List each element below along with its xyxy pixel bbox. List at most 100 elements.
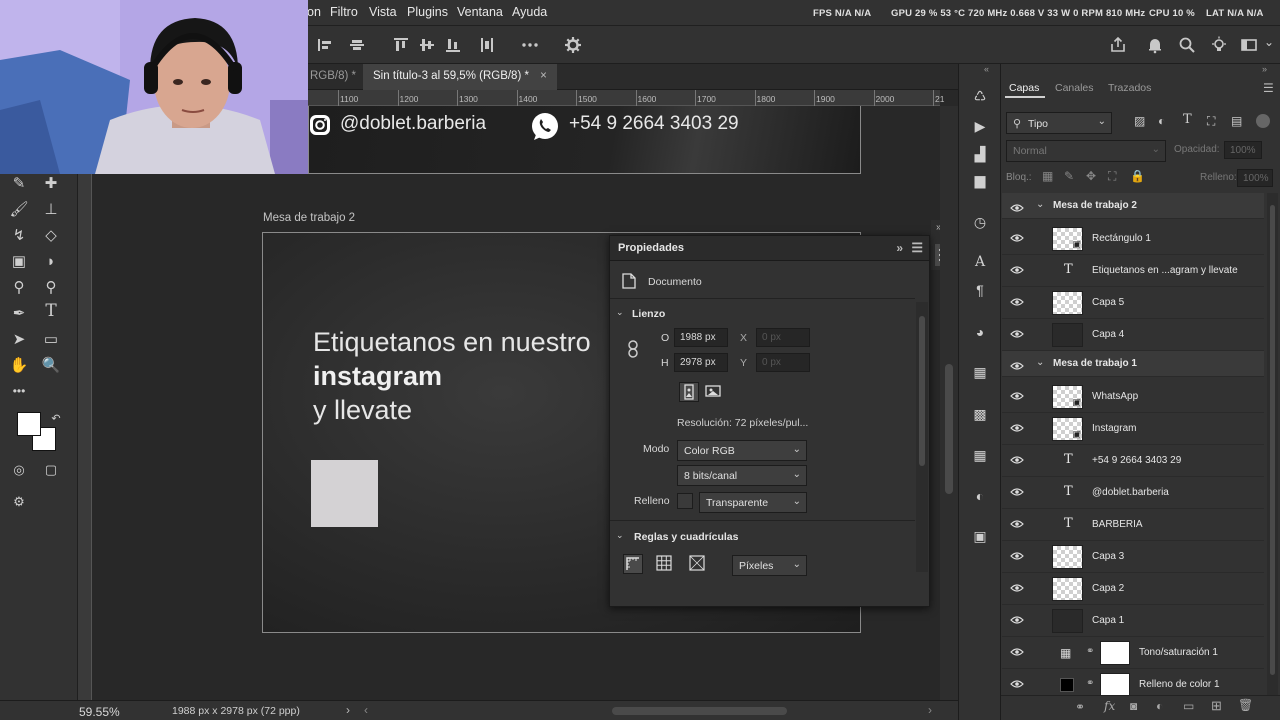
blur-icon[interactable]: ◗ (40, 250, 62, 272)
section-rulers-grids[interactable]: Reglas y cuadrículas (634, 531, 738, 543)
search-icon[interactable] (1178, 36, 1196, 54)
y-field[interactable]: 0 px (756, 353, 810, 372)
character-icon[interactable]: A (970, 252, 990, 272)
screen-mode-icon[interactable]: ▢ (40, 459, 62, 481)
vertical-scrollbar[interactable] (940, 106, 958, 700)
layer-row[interactable]: T +54 9 2664 3403 29 (1002, 445, 1264, 477)
paragraph-icon[interactable]: ¶ (970, 280, 990, 300)
pixel-grid-icon[interactable] (688, 554, 708, 574)
bit-depth-select[interactable]: 8 bits/canal ⌄ (677, 465, 807, 486)
visibility-eye-icon[interactable] (1010, 265, 1024, 275)
align-center-icon[interactable] (348, 36, 366, 54)
width-field[interactable]: 1988 px (674, 328, 728, 347)
filter-shape-icon[interactable]: ⛶ (1207, 114, 1215, 129)
history-brush-icon[interactable]: ↯ (8, 224, 30, 246)
panel-menu-icon[interactable]: ☰ (911, 240, 923, 256)
lock-all-icon[interactable]: 🔒 (1130, 169, 1145, 183)
rectangle-icon[interactable]: ▭ (40, 328, 62, 350)
lock-position-icon[interactable]: ✥ (1086, 169, 1096, 183)
close-icon[interactable]: × (540, 70, 547, 82)
scroll-thumb[interactable] (919, 316, 925, 466)
fill-color-swatch[interactable] (677, 493, 693, 509)
zoom-icon[interactable]: 🔍 (40, 354, 62, 376)
opacity-field[interactable]: 100% (1224, 141, 1262, 159)
tab-capas[interactable]: Capas (1009, 82, 1039, 94)
mode-select[interactable]: Color RGB ⌄ (677, 440, 807, 461)
collapse-icon[interactable]: » (896, 241, 903, 255)
horizontal-scroll-thumb[interactable] (612, 707, 787, 715)
menu-vista[interactable]: Vista (369, 5, 397, 19)
edit-toolbar-icon[interactable]: ⚙ (8, 491, 30, 513)
vertical-scroll-thumb[interactable] (945, 364, 953, 494)
collapse-icon[interactable]: » (1262, 64, 1267, 74)
tab-trazados[interactable]: Trazados (1108, 82, 1151, 94)
adjustment-layer-icon[interactable]: ◐ (1156, 699, 1163, 713)
history-states-icon[interactable]: ♺ (970, 86, 990, 106)
collapse-icon[interactable]: « (984, 64, 989, 74)
landscape-orientation-icon[interactable] (704, 382, 724, 402)
layer-filter-select[interactable]: ⚲ Tipo ⌄ (1006, 112, 1112, 134)
link-icon[interactable] (626, 340, 640, 358)
height-field[interactable]: 2978 px (674, 353, 728, 372)
menu-filtro[interactable]: Filtro (330, 5, 358, 19)
artboard-label[interactable]: Mesa de trabajo 2 (263, 212, 355, 224)
rectangle-shape[interactable] (311, 460, 378, 527)
panel-menu-icon[interactable]: ☰ (1263, 81, 1274, 95)
dodge-icon[interactable]: ⚲ (8, 276, 30, 298)
ruler-icon[interactable] (623, 554, 643, 574)
swatches-icon[interactable]: ▦ (970, 362, 990, 382)
more-options-icon[interactable] (521, 36, 539, 54)
trash-icon[interactable]: 🗑 (1238, 698, 1253, 712)
layer-group-row[interactable]: ⌄ Mesa de trabajo 2 (1002, 193, 1264, 219)
filter-smart-icon[interactable]: ▤ (1231, 114, 1242, 128)
layer-group-row[interactable]: ⌄ Mesa de trabajo 1 (1002, 351, 1264, 377)
comments-icon[interactable]: ▆ (970, 170, 990, 190)
lock-pixels-icon[interactable]: ✎ (1064, 169, 1074, 183)
gradients-icon[interactable]: ▩ (970, 404, 990, 424)
chevron-down-icon[interactable]: ⌄ (616, 530, 624, 541)
chevron-right-icon[interactable]: › (346, 703, 350, 717)
zoom-level[interactable]: 59.55% (79, 705, 120, 719)
libraries-icon[interactable]: ▟ (970, 144, 990, 164)
properties-scrollbar[interactable] (916, 302, 928, 572)
history-icon[interactable]: ◷ (970, 212, 990, 232)
new-group-icon[interactable]: ▭ (1183, 699, 1194, 713)
visibility-eye-icon[interactable] (1010, 391, 1024, 401)
chevron-down-icon[interactable]: ⌄ (1036, 199, 1044, 210)
visibility-eye-icon[interactable] (1010, 233, 1024, 243)
visibility-eye-icon[interactable] (1010, 615, 1024, 625)
menu-ayuda[interactable]: Ayuda (512, 5, 547, 19)
menu-edit-partial[interactable]: on (307, 5, 321, 19)
bell-icon[interactable] (1146, 36, 1164, 54)
tab-sin-titulo-3[interactable]: Sin título-3 al 59,5% (RGB/8) * × (363, 64, 557, 90)
path-select-icon[interactable]: ➤ (8, 328, 30, 350)
layer-row[interactable]: Capa 4 (1002, 319, 1264, 351)
layers-scrollbar[interactable] (1267, 193, 1278, 695)
filter-adjustment-icon[interactable]: ◐ (1158, 114, 1165, 128)
scroll-right-icon[interactable]: › (928, 703, 932, 717)
hand-icon[interactable]: ✋ (8, 354, 30, 376)
healing-brush-icon[interactable]: ✚ (40, 172, 62, 194)
chevron-down-icon[interactable]: ⌄ (616, 307, 624, 318)
distribute-icon[interactable] (478, 36, 496, 54)
chevron-down-icon[interactable]: ⌄ (1036, 357, 1044, 368)
portrait-orientation-icon[interactable] (679, 382, 699, 402)
visibility-eye-icon[interactable] (1010, 455, 1024, 465)
filter-pixel-icon[interactable]: ▨ (1134, 114, 1145, 128)
scroll-thumb[interactable] (1270, 205, 1275, 675)
link-layers-icon[interactable]: ⚭ (1075, 700, 1085, 714)
fill-select[interactable]: Transparente ⌄ (699, 492, 807, 513)
properties-title-bar[interactable]: Propiedades » ☰ (610, 236, 929, 261)
menu-plugins[interactable]: Plugins (407, 5, 448, 19)
grid-icon[interactable] (655, 554, 675, 574)
layer-row[interactable]: ▣ WhatsApp (1002, 381, 1264, 413)
layer-row[interactable]: T @doblet.barberia (1002, 477, 1264, 509)
menu-ventana[interactable]: Ventana (457, 5, 503, 19)
brush-icon[interactable]: 🖌 (8, 198, 30, 220)
layer-row[interactable]: T BARBERIA (1002, 509, 1264, 541)
pen-icon[interactable]: ✒ (8, 302, 30, 324)
workspace-icon[interactable] (1240, 36, 1258, 54)
new-layer-icon[interactable]: ⊞ (1211, 698, 1222, 714)
visibility-eye-icon[interactable] (1010, 329, 1024, 339)
more-tools-icon[interactable]: ••• (8, 380, 30, 402)
